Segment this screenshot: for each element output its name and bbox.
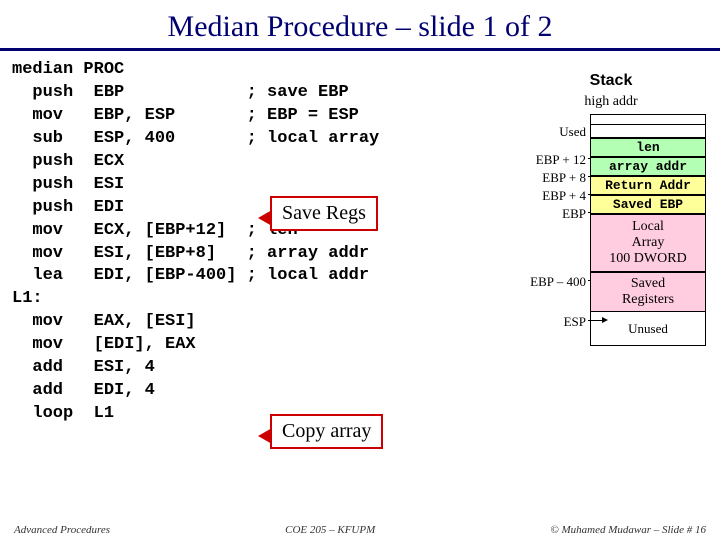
local3: 100 DWORD — [591, 251, 705, 267]
page-title: Median Procedure – slide 1 of 2 — [0, 0, 720, 51]
stack-column: len array addr Return Addr Saved EBP Loc… — [590, 114, 706, 346]
footer: Advanced Procedures COE 205 – KFUPM © Mu… — [0, 524, 720, 536]
stack-diagram: Stack high addr Used EBP + 12 EBP + 8 EB… — [516, 72, 706, 110]
arrayaddr-cell: array addr — [590, 157, 706, 176]
ebp4-label: EBP + 4 — [542, 188, 586, 204]
used-label: Used — [559, 124, 586, 140]
unused-cell: Unused — [590, 312, 706, 346]
saved-regs-cell: Saved Registers — [590, 272, 706, 312]
local-array-cell: Local Array 100 DWORD — [590, 214, 706, 272]
savedregs1: Saved — [591, 276, 705, 292]
savedregs2: Registers — [591, 292, 705, 308]
ebp12-label: EBP + 12 — [536, 152, 586, 168]
copy-array-box: Copy array — [270, 414, 383, 449]
footer-left: Advanced Procedures — [14, 524, 110, 536]
retaddr-cell: Return Addr — [590, 176, 706, 195]
footer-right: © Muhamed Mudawar – Slide # 16 — [550, 524, 706, 536]
ebp8-label: EBP + 8 — [542, 170, 586, 186]
len-cell: len — [590, 138, 706, 157]
esp-label: ESP — [564, 314, 586, 330]
stack-title: Stack — [516, 72, 706, 90]
ebpm400-label: EBP – 400 — [530, 274, 586, 290]
footer-mid: COE 205 – KFUPM — [285, 524, 375, 536]
used-cell — [590, 124, 706, 138]
code-block: median PROC push EBP ; save EBP mov EBP,… — [12, 59, 379, 426]
high-addr-label: high addr — [516, 94, 706, 110]
save-regs-box: Save Regs — [270, 196, 378, 231]
local2: Array — [591, 235, 705, 251]
savedebp-cell: Saved EBP — [590, 195, 706, 214]
torn-top — [590, 114, 706, 124]
local1: Local — [591, 219, 705, 235]
ebp-label: EBP — [562, 206, 586, 222]
